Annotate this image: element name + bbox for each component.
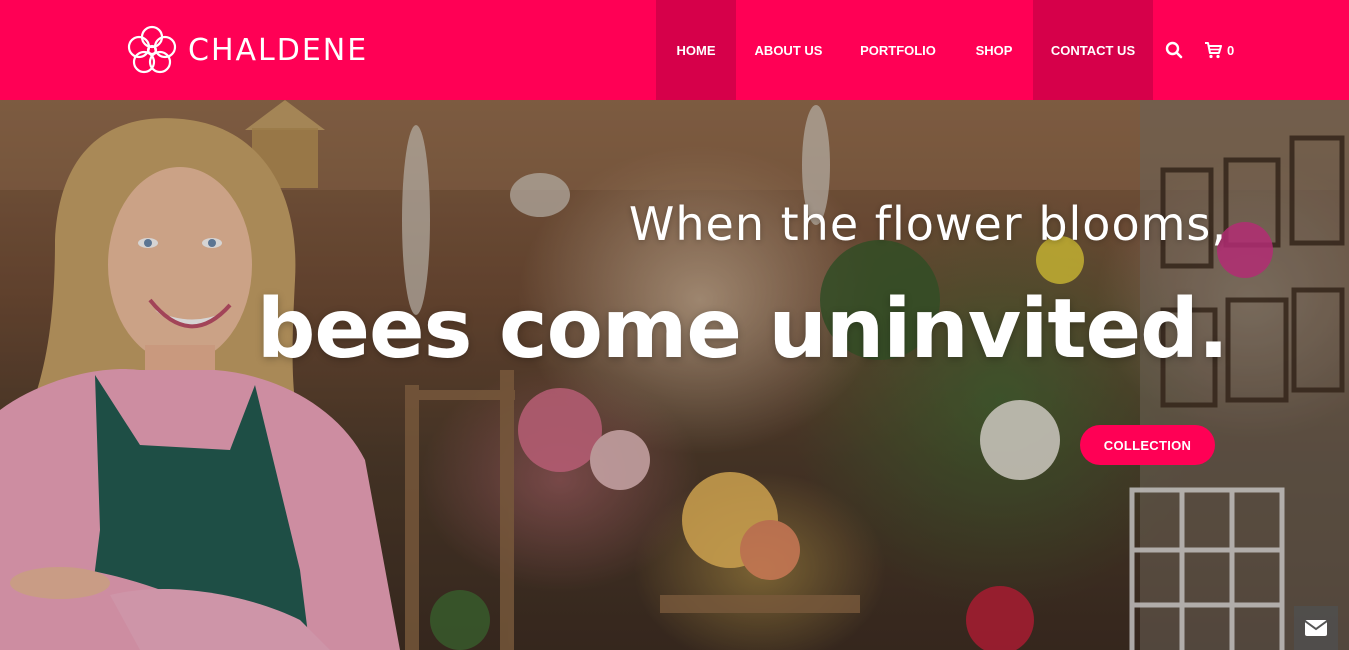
nav-item-portfolio[interactable]: PORTFOLIO [841,0,955,100]
hero-section: When the flower blooms, bees come uninvi… [0,100,1349,650]
cart-icon [1205,42,1222,59]
site-logo[interactable]: CHALDENE [124,23,368,77]
nav-item-shop[interactable]: SHOP [955,0,1033,100]
brand-name: CHALDENE [188,32,369,68]
search-icon[interactable] [1165,41,1183,59]
hero-subtitle: When the flower blooms, [628,197,1227,251]
hero-title: bees come uninvited. [256,282,1229,377]
cart-button[interactable]: 0 [1204,40,1234,60]
cart-count: 0 [1227,42,1235,58]
main-nav: HOME ABOUT US PORTFOLIO SHOP CONTACT US [656,0,1153,100]
flower-icon [127,25,177,74]
envelope-icon [1305,620,1327,636]
collection-button[interactable]: COLLECTION [1080,425,1215,465]
contact-mail-button[interactable] [1294,606,1338,650]
nav-item-home[interactable]: HOME [656,0,736,100]
nav-item-contact-us[interactable]: CONTACT US [1033,0,1153,100]
site-header: CHALDENE HOME ABOUT US PORTFOLIO SHOP CO… [0,0,1349,100]
nav-item-about-us[interactable]: ABOUT US [736,0,841,100]
